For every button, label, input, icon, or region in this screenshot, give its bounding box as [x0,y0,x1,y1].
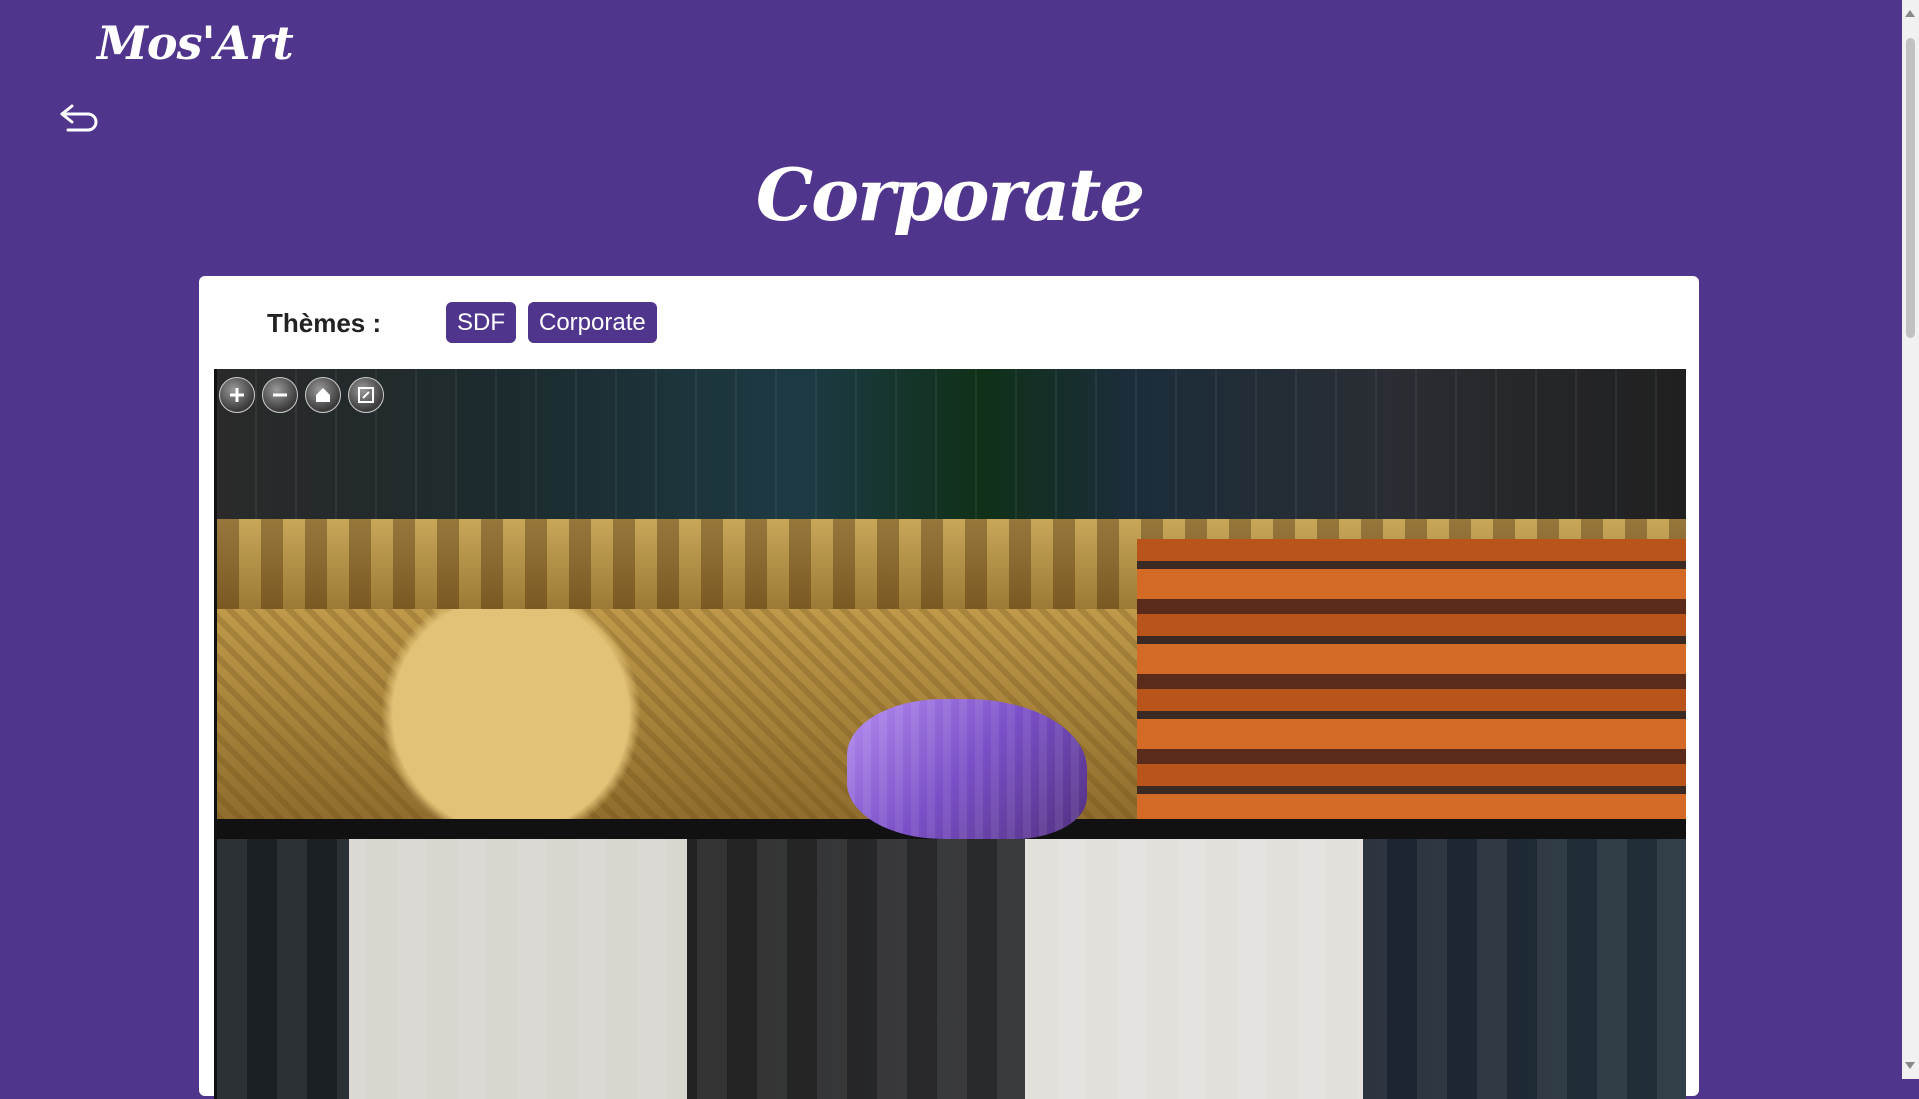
mosaic-viewer[interactable] [214,369,1686,1099]
undo-arrow-icon [60,104,98,132]
page-scrollbar[interactable] [1902,0,1919,1079]
home-icon [316,388,330,402]
zoom-out-button[interactable] [262,377,298,413]
zoom-in-icon [230,388,244,402]
content-card: Thèmes : SDF Corporate [199,276,1699,1099]
home-button[interactable] [305,377,341,413]
mosaic-orange-area [1137,539,1686,819]
fullscreen-button[interactable] [348,377,384,413]
scroll-up-arrow-icon[interactable] [1905,10,1915,17]
themes-label: Thèmes : [267,308,382,338]
back-button[interactable] [58,100,102,136]
zoom-out-icon [273,393,287,397]
theme-tag-sdf[interactable]: SDF [446,302,516,343]
scrollbar-thumb[interactable] [1906,38,1915,338]
mosaic-purple-region [847,699,1087,839]
fullscreen-icon [358,387,374,403]
mosaic-top-band [217,369,1686,519]
mosaic-bottom-band [217,839,1686,1099]
theme-tag-corporate[interactable]: Corporate [528,302,657,343]
page-title: Corporate [755,152,1145,237]
scroll-down-arrow-icon[interactable] [1905,1062,1915,1069]
zoom-in-button[interactable] [219,377,255,413]
site-logo[interactable]: Mos'Art [97,16,294,70]
